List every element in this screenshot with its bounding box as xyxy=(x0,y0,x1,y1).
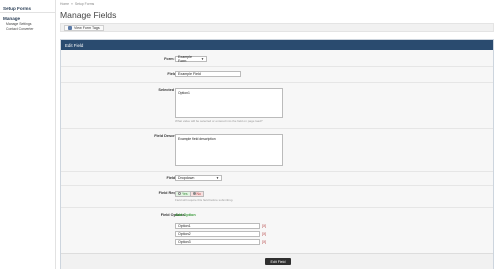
chevron-down-icon: ▼ xyxy=(216,176,219,180)
edit-field-button[interactable]: Edit Field xyxy=(265,258,291,265)
selected-value-help: What value will be selected or entered i… xyxy=(175,119,263,123)
toolbar: View Form Tags xyxy=(60,23,494,32)
option-row: Option3 [X] xyxy=(175,238,266,246)
radio-selected-icon xyxy=(192,192,196,195)
option-row: Option2 [X] xyxy=(175,230,266,238)
field-required-toggle: Yes No xyxy=(175,190,233,197)
required-no-option[interactable]: No xyxy=(189,190,204,197)
edit-field-panel: Edit Field Form Name Example Form ▼ Fiel… xyxy=(60,39,494,269)
form-name-value: Example Form xyxy=(178,55,192,63)
sidebar-section-manage[interactable]: Manage xyxy=(0,13,55,22)
add-option-link[interactable]: Add Option xyxy=(175,213,196,217)
field-type-select[interactable]: Dropdown ▼ xyxy=(175,175,222,181)
sidebar-link-contact-converter[interactable]: Contact Converter xyxy=(0,27,55,32)
divider xyxy=(61,207,493,208)
divider xyxy=(61,171,493,172)
view-form-tags-label: View Form Tags xyxy=(74,25,100,30)
tags-icon xyxy=(68,25,72,30)
divider xyxy=(61,185,493,186)
option-input[interactable]: Option3 xyxy=(175,239,260,245)
required-no-label: No xyxy=(196,191,201,196)
breadcrumb: Home » Setup Forms xyxy=(60,0,498,8)
delete-option-button[interactable]: [X] xyxy=(262,240,266,244)
radio-icon xyxy=(178,192,181,195)
required-yes-label: Yes xyxy=(182,191,188,196)
field-description-textarea[interactable]: Example field description xyxy=(175,134,283,166)
breadcrumb-home[interactable]: Home xyxy=(60,2,69,6)
sidebar-section-setup-forms[interactable]: Setup Forms xyxy=(0,0,55,13)
view-form-tags-button[interactable]: View Form Tags xyxy=(64,24,104,31)
panel-title: Edit Field xyxy=(61,40,493,50)
required-yes-option[interactable]: Yes xyxy=(175,190,190,197)
selected-value-textarea[interactable]: Option1 xyxy=(175,88,283,118)
option-input[interactable]: Option1 xyxy=(175,223,260,229)
divider xyxy=(61,82,493,83)
sidebar: Setup Forms Manage Manage Settings Conta… xyxy=(0,0,56,269)
delete-option-button[interactable]: [X] xyxy=(262,232,266,236)
breadcrumb-separator: » xyxy=(71,2,73,6)
form-actions: Edit Field xyxy=(61,253,493,269)
breadcrumb-current[interactable]: Setup Forms xyxy=(75,2,94,6)
divider xyxy=(61,66,493,67)
divider xyxy=(61,128,493,129)
field-type-value: Dropdown xyxy=(178,176,195,180)
form-name-select[interactable]: Example Form ▼ xyxy=(175,55,207,63)
field-title-input[interactable]: Example Field xyxy=(175,71,241,77)
option-row: Option1 [X] xyxy=(175,222,266,230)
options-list: Option1 [X] Option2 [X] Option3 [X] xyxy=(175,222,266,246)
chevron-down-icon: ▼ xyxy=(201,57,204,61)
field-required-help: Field will require this field before sub… xyxy=(175,198,234,202)
option-input[interactable]: Option2 xyxy=(175,231,260,237)
page-title: Manage Fields xyxy=(60,10,117,20)
main-content: Home » Setup Forms Manage Fields View Fo… xyxy=(60,0,498,269)
delete-option-button[interactable]: [X] xyxy=(262,224,266,228)
